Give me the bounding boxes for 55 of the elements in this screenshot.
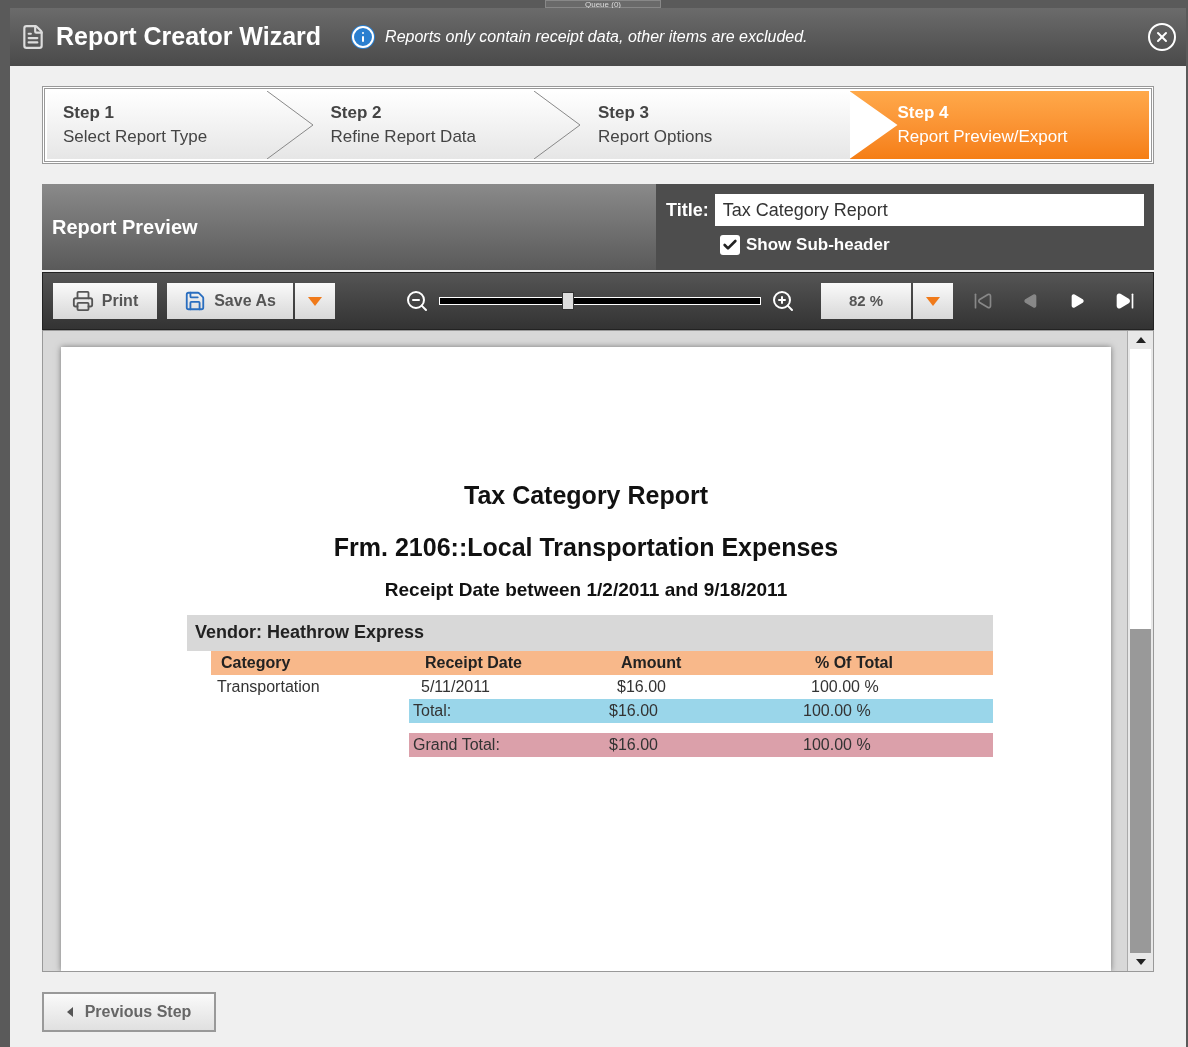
column-header: % Of Total	[814, 652, 894, 673]
first-page-icon[interactable]	[973, 291, 993, 311]
column-header: Category	[220, 652, 292, 673]
total-cell-text: 100.00 %	[802, 700, 872, 721]
title-input[interactable]: Tax Category Report	[714, 194, 1144, 226]
zoom-slider-thumb[interactable]	[562, 292, 574, 310]
printer-icon	[71, 290, 94, 312]
subheader-checkbox[interactable]	[720, 234, 740, 255]
column-header: Amount	[620, 652, 683, 673]
table-cell-text: 5/11/2011	[420, 676, 491, 697]
last-page-icon[interactable]	[1115, 291, 1135, 311]
report-icon	[20, 24, 46, 50]
caret-icon	[926, 296, 940, 306]
vendor-group-header: Vendor: Heathrow Express	[187, 614, 993, 651]
grand-total-cell-text: 100.00 %	[802, 734, 872, 755]
title-label: Title:	[666, 198, 709, 222]
save-as-button[interactable]: Save As	[167, 283, 293, 319]
report-title: Tax Category Report	[464, 480, 708, 511]
total-cell-text: $16.00	[608, 700, 659, 721]
zoom-out-icon[interactable]	[405, 289, 429, 313]
zoom-value-field[interactable]: 82 %	[821, 283, 911, 319]
chevron-divider	[266, 91, 315, 159]
report-date-range: Receipt Date between 1/2/2011 and 9/18/2011	[384, 578, 788, 602]
scroll-down-icon[interactable]	[1135, 959, 1146, 965]
info-icon	[351, 25, 376, 49]
save-icon	[184, 290, 207, 312]
scroll-up-icon[interactable]	[1135, 337, 1146, 343]
previous-page-icon[interactable]	[1023, 293, 1039, 309]
total-cell-text: Total:	[412, 700, 453, 721]
wizard-step[interactable]: Step 1 Select Report Type	[47, 91, 315, 159]
table-cell-text: $16.00	[616, 676, 667, 697]
table-cell-text: Transportation	[216, 676, 321, 697]
window-title: Report Creator Wizard	[56, 21, 322, 53]
subheader-label: Show Sub-header	[746, 234, 890, 256]
save-dropdown-button[interactable]	[295, 283, 335, 319]
caret-left-icon	[66, 1007, 73, 1017]
column-header: Receipt Date	[424, 652, 523, 673]
grand-total-cell-text: Grand Total:	[412, 734, 501, 755]
next-page-icon[interactable]	[1069, 293, 1085, 309]
previous-step-button[interactable]: Previous Step	[42, 992, 216, 1032]
caret-icon	[308, 296, 322, 306]
zoom-in-icon[interactable]	[771, 289, 795, 313]
preview-heading: Report Preview	[52, 215, 198, 240]
report-subtitle: Frm. 2106::Local Transportation Expenses	[333, 531, 839, 563]
grand-total-cell-text: $16.00	[608, 734, 659, 755]
table-cell-text: 100.00 %	[810, 676, 880, 697]
close-button[interactable]	[1148, 23, 1176, 51]
chevron-divider	[534, 91, 582, 159]
print-button[interactable]: Print	[53, 283, 157, 319]
info-message: Reports only contain receipt data, other items are excluded.	[385, 27, 808, 47]
vertical-scrollbar[interactable]	[1127, 331, 1153, 971]
close-icon	[1154, 29, 1170, 45]
scroll-thumb[interactable]	[1130, 629, 1151, 953]
zoom-dropdown-button[interactable]	[913, 283, 953, 319]
wizard-step[interactable]: Step 2 Refine Report Data	[314, 91, 582, 159]
